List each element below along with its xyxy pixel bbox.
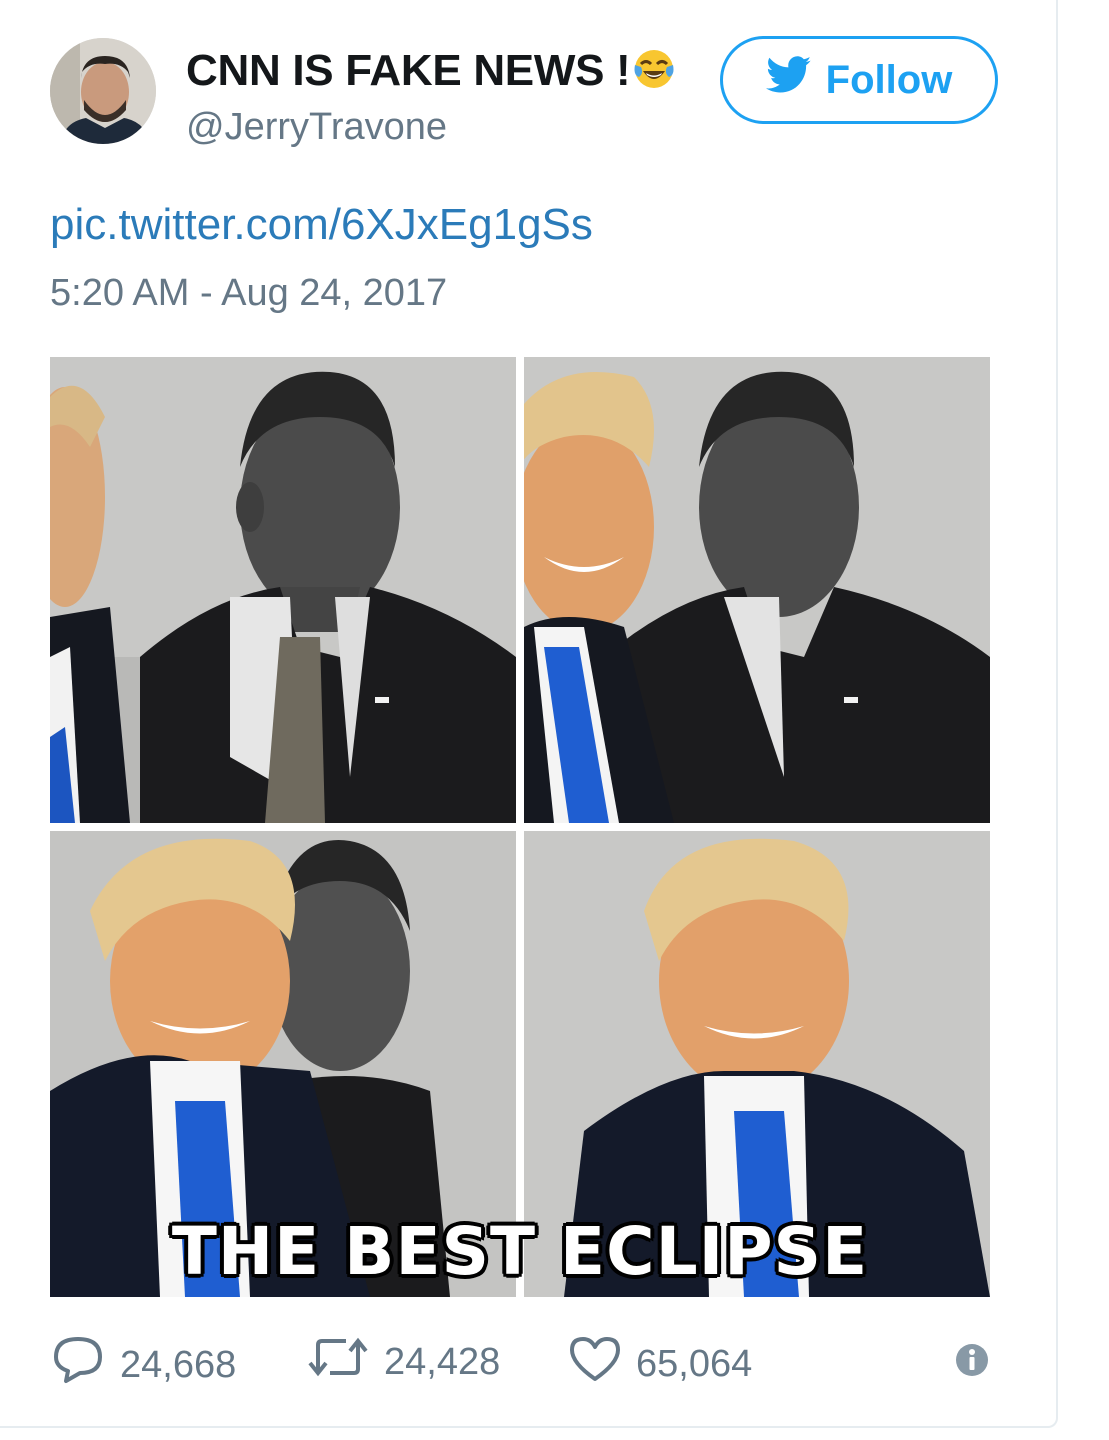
info-icon[interactable] (955, 1343, 989, 1382)
like-button[interactable]: 65,064 (568, 1335, 752, 1393)
tweet-card: CNN IS FAKE NEWS ! @JerryTravone Follow … (0, 0, 1058, 1428)
like-count: 65,064 (636, 1342, 753, 1385)
retweet-count: 24,428 (384, 1340, 501, 1383)
user-handle[interactable]: @JerryTravone (186, 106, 447, 149)
retweet-button[interactable]: 24,428 (306, 1335, 500, 1389)
reply-icon (50, 1335, 106, 1395)
follow-button[interactable]: Follow (720, 36, 998, 124)
tweet-image[interactable]: THE BEST ECLIPSE EVER! (50, 357, 990, 1297)
twitter-bird-icon (765, 56, 812, 104)
retweet-icon (306, 1335, 370, 1389)
pic-link[interactable]: pic.twitter.com/6XJxEg1gSs (50, 200, 593, 250)
reply-button[interactable]: 24,668 (50, 1335, 236, 1395)
tweet-timestamp[interactable]: 5:20 AM - Aug 24, 2017 (50, 272, 447, 315)
meme-panel-2 (524, 357, 990, 823)
reply-count: 24,668 (120, 1343, 237, 1386)
avatar[interactable] (50, 38, 156, 144)
display-name-text: CNN IS FAKE NEWS ! (186, 46, 631, 95)
image-caption: THE BEST ECLIPSE EVER! (171, 1213, 869, 1297)
follow-label: Follow (825, 57, 953, 102)
tweet-actions: 24,668 24,428 65,064 (50, 1335, 995, 1395)
display-name[interactable]: CNN IS FAKE NEWS ! (186, 46, 676, 102)
meme-panel-1 (50, 357, 516, 823)
tears-of-joy-emoji-icon (632, 47, 676, 102)
heart-icon (568, 1335, 622, 1393)
